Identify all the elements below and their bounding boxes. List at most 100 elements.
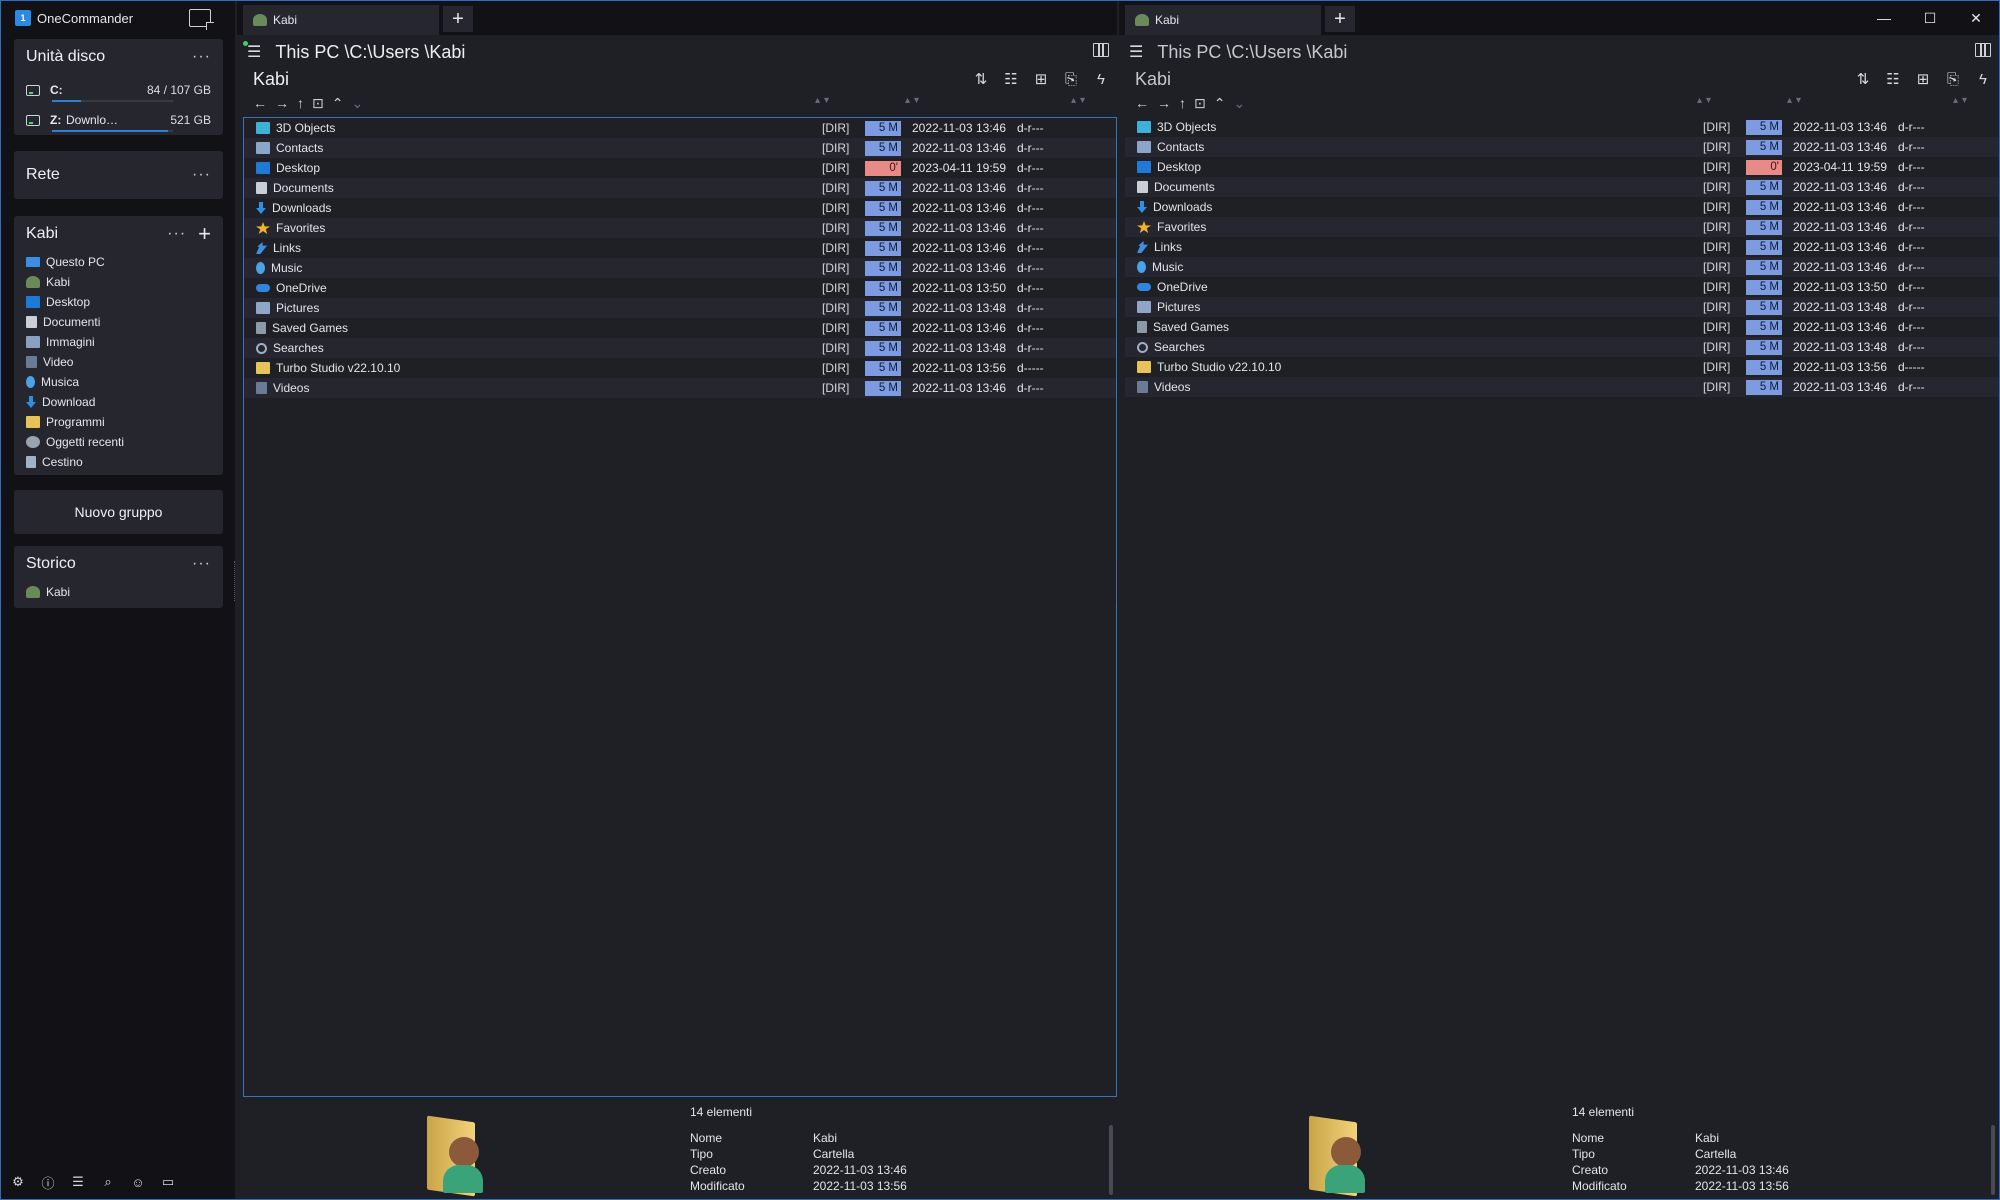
clipboard-icon[interactable]: ⎘ bbox=[1943, 69, 1963, 89]
file-row[interactable]: Favorites [DIR] 5 M 2022-11-03 13:46 d-r--- bbox=[244, 218, 1116, 238]
forward-icon[interactable]: → bbox=[275, 95, 289, 111]
sidebar-item[interactable]: Desktop bbox=[14, 292, 223, 312]
breadcrumb[interactable]: ☰ This PC \C:\Users \Kabi bbox=[237, 35, 1117, 69]
sort-attr-arrows[interactable]: ▴▾ bbox=[1953, 95, 1971, 106]
menu-icon[interactable]: ☰ bbox=[247, 42, 261, 62]
chevron-down-icon[interactable]: ⌄ bbox=[351, 95, 363, 112]
new-window-icon[interactable] bbox=[189, 9, 214, 30]
breadcrumb-path[interactable]: This PC \C:\Users \Kabi bbox=[275, 42, 465, 63]
new-group-button[interactable]: Nuovo gruppo bbox=[14, 490, 223, 534]
up-icon[interactable]: ↑ bbox=[297, 95, 304, 111]
file-row[interactable]: Saved Games [DIR] 5 M 2022-11-03 13:46 d-r--- bbox=[244, 318, 1116, 338]
chevron-up-icon[interactable]: ⌃ bbox=[332, 95, 344, 112]
file-row[interactable]: Documents [DIR] 5 M 2022-11-03 13:46 d-r--- bbox=[244, 178, 1116, 198]
file-row[interactable]: OneDrive [DIR] 5 M 2022-11-03 13:50 d-r--- bbox=[1125, 277, 1999, 297]
new-folder-icon[interactable]: ⊡ bbox=[312, 95, 324, 112]
grid-view-icon[interactable]: ⊞ bbox=[1031, 69, 1051, 89]
sidebar-item[interactable]: Kabi bbox=[14, 272, 223, 292]
file-row[interactable]: Links [DIR] 5 M 2022-11-03 13:46 d-r--- bbox=[244, 238, 1116, 258]
sort-icon[interactable]: ⇅ bbox=[1853, 69, 1873, 89]
new-window-icon[interactable]: ▭ bbox=[157, 1171, 179, 1193]
history-more-icon[interactable]: ··· bbox=[192, 555, 211, 573]
drive-c[interactable]: C: 84 / 107 GB bbox=[14, 75, 223, 105]
sidebar-item[interactable]: Questo PC bbox=[14, 252, 223, 272]
history-item[interactable]: Kabi bbox=[14, 582, 223, 602]
sidebar-item[interactable]: Cestino bbox=[14, 452, 223, 472]
minimize-icon[interactable]: — bbox=[1861, 1, 1907, 35]
file-row[interactable]: Links [DIR] 5 M 2022-11-03 13:46 d-r--- bbox=[1125, 237, 1999, 257]
grid-view-icon[interactable]: ⊞ bbox=[1913, 69, 1933, 89]
back-icon[interactable]: ← bbox=[253, 95, 267, 111]
breadcrumb-path[interactable]: This PC \C:\Users \Kabi bbox=[1157, 42, 1347, 63]
sort-icon[interactable]: ⇅ bbox=[971, 69, 991, 89]
file-row[interactable]: Videos [DIR] 5 M 2022-11-03 13:46 d-r--- bbox=[244, 378, 1116, 398]
file-row[interactable]: 3D Objects [DIR] 5 M 2022-11-03 13:46 d-r--- bbox=[244, 118, 1116, 138]
file-row[interactable]: OneDrive [DIR] 5 M 2022-11-03 13:50 d-r--- bbox=[244, 278, 1116, 298]
file-row[interactable]: 3D Objects [DIR] 5 M 2022-11-03 13:46 d-r--- bbox=[1125, 117, 1999, 137]
drives-more-icon[interactable]: ··· bbox=[192, 48, 211, 66]
list-view-icon[interactable]: ☷ bbox=[1883, 69, 1903, 89]
close-icon[interactable]: ✕ bbox=[1953, 1, 1999, 35]
sort-date-arrows[interactable]: ▴▾ bbox=[905, 95, 923, 106]
sort-date-arrows[interactable]: ▴▾ bbox=[1787, 95, 1805, 106]
file-row[interactable]: Contacts [DIR] 5 M 2022-11-03 13:46 d-r--- bbox=[1125, 137, 1999, 157]
file-row[interactable]: Turbo Studio v22.10.10 [DIR] 5 M 2022-11-03… bbox=[244, 358, 1116, 378]
layout-icon[interactable]: ☰ bbox=[67, 1171, 89, 1193]
chevron-up-icon[interactable]: ⌃ bbox=[1214, 95, 1226, 112]
file-row[interactable]: Saved Games [DIR] 5 M 2022-11-03 13:46 d-r--- bbox=[1125, 317, 1999, 337]
list-view-icon[interactable]: ☷ bbox=[1001, 69, 1021, 89]
file-row[interactable]: Music [DIR] 5 M 2022-11-03 13:46 d-r--- bbox=[1125, 257, 1999, 277]
maximize-icon[interactable]: ☐ bbox=[1907, 1, 1953, 35]
file-row[interactable]: Desktop [DIR] 0' 2023-04-11 19:59 d-r--- bbox=[1125, 157, 1999, 177]
breadcrumb[interactable]: ☰ This PC \C:\Users \Kabi bbox=[1119, 35, 1999, 69]
file-row[interactable]: Desktop [DIR] 0' 2023-04-11 19:59 d-r--- bbox=[244, 158, 1116, 178]
splitter-handle[interactable] bbox=[234, 561, 238, 601]
file-row[interactable]: Searches [DIR] 5 M 2022-11-03 13:48 d-r--- bbox=[244, 338, 1116, 358]
settings-icon[interactable]: ⚙ bbox=[7, 1171, 29, 1193]
sort-attr-arrows[interactable]: ▴▾ bbox=[1071, 95, 1089, 106]
file-row[interactable]: Turbo Studio v22.10.10 [DIR] 5 M 2022-11-03… bbox=[1125, 357, 1999, 377]
new-tab-button[interactable]: + bbox=[443, 6, 473, 32]
sidebar-item[interactable]: Documenti bbox=[14, 312, 223, 332]
file-row[interactable]: Pictures [DIR] 5 M 2022-11-03 13:48 d-r--- bbox=[244, 298, 1116, 318]
up-icon[interactable]: ↑ bbox=[1179, 95, 1186, 111]
file-row[interactable]: Favorites [DIR] 5 M 2022-11-03 13:46 d-r--- bbox=[1125, 217, 1999, 237]
network-more-icon[interactable]: ··· bbox=[192, 166, 211, 184]
menu-icon[interactable]: ☰ bbox=[1129, 42, 1143, 62]
flash-icon[interactable]: ϟ bbox=[1973, 69, 1993, 89]
favorites-more-icon[interactable]: ··· bbox=[167, 225, 186, 243]
network-panel-title[interactable]: Rete bbox=[26, 166, 60, 184]
file-row[interactable]: Downloads [DIR] 5 M 2022-11-03 13:46 d-r--- bbox=[244, 198, 1116, 218]
file-row[interactable]: Searches [DIR] 5 M 2022-11-03 13:48 d-r--- bbox=[1125, 337, 1999, 357]
sidebar-item[interactable]: Immagini bbox=[14, 332, 223, 352]
drive-z[interactable]: Z: Download (\\VB... 521 GB bbox=[14, 105, 223, 135]
chevron-down-icon[interactable]: ⌄ bbox=[1233, 95, 1245, 112]
columns-view-icon[interactable] bbox=[1093, 43, 1109, 57]
clipboard-icon[interactable]: ⎘ bbox=[1061, 69, 1081, 89]
user-icon[interactable]: ☺ bbox=[127, 1171, 149, 1193]
tab-kabi[interactable]: Kabi bbox=[1125, 5, 1321, 35]
add-favorite-icon[interactable]: + bbox=[198, 223, 211, 245]
forward-icon[interactable]: → bbox=[1157, 95, 1171, 111]
sort-type-arrows[interactable]: ▴▾ bbox=[1697, 95, 1715, 106]
file-row[interactable]: Contacts [DIR] 5 M 2022-11-03 13:46 d-r--- bbox=[244, 138, 1116, 158]
file-row[interactable]: Pictures [DIR] 5 M 2022-11-03 13:48 d-r--- bbox=[1125, 297, 1999, 317]
scrollbar[interactable] bbox=[1109, 1125, 1113, 1195]
sort-type-arrows[interactable]: ▴▾ bbox=[815, 95, 833, 106]
sidebar-item[interactable]: Programmi bbox=[14, 412, 223, 432]
sidebar-item[interactable]: Video bbox=[14, 352, 223, 372]
columns-view-icon[interactable] bbox=[1975, 43, 1991, 57]
file-row[interactable]: Documents [DIR] 5 M 2022-11-03 13:46 d-r--- bbox=[1125, 177, 1999, 197]
scrollbar[interactable] bbox=[1991, 1125, 1995, 1195]
flash-icon[interactable]: ϟ bbox=[1091, 69, 1111, 89]
search-icon[interactable]: ⌕ bbox=[97, 1171, 119, 1193]
new-folder-icon[interactable]: ⊡ bbox=[1194, 95, 1206, 112]
new-tab-button[interactable]: + bbox=[1325, 6, 1355, 32]
sidebar-item[interactable]: Download bbox=[14, 392, 223, 412]
file-row[interactable]: Downloads [DIR] 5 M 2022-11-03 13:46 d-r--- bbox=[1125, 197, 1999, 217]
sidebar-item[interactable]: Musica bbox=[14, 372, 223, 392]
tab-kabi[interactable]: Kabi bbox=[243, 5, 439, 35]
file-row[interactable]: Music [DIR] 5 M 2022-11-03 13:46 d-r--- bbox=[244, 258, 1116, 278]
info-icon[interactable]: ⓘ bbox=[37, 1171, 59, 1193]
splitter-handle[interactable] bbox=[1116, 561, 1120, 601]
